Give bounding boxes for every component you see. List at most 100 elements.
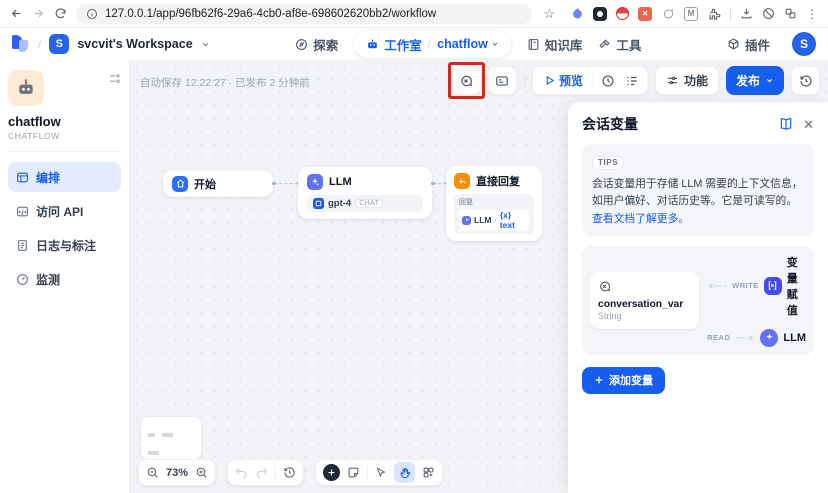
conversation-variables-button[interactable]	[452, 66, 481, 95]
nav-pill-divider: /	[428, 37, 431, 51]
zoom-controls: 73%	[138, 459, 216, 486]
tool-controls	[315, 459, 443, 486]
features-button[interactable]: 功能	[655, 66, 719, 95]
model-mode-badge: CHAT	[355, 199, 383, 208]
workspace-chevron-down-icon[interactable]	[201, 40, 210, 49]
pointer-mode-button[interactable]	[375, 467, 387, 479]
organize-blocks-button[interactable]	[422, 466, 435, 479]
edge-llm-answer	[433, 183, 446, 184]
extension-icon-x[interactable]: ✕	[638, 7, 652, 21]
workspace-name[interactable]: svcvit's Workspace	[77, 37, 192, 51]
history-controls	[227, 459, 304, 486]
adblock-icon[interactable]	[762, 7, 775, 20]
read-target[interactable]: LLM	[783, 332, 806, 344]
checklist-button[interactable]	[620, 69, 644, 93]
variable-type: String	[598, 311, 691, 321]
llm-model-selector[interactable]: gpt-4 CHAT	[307, 195, 423, 212]
version-history-button[interactable]	[791, 66, 820, 95]
extension-icon-chat[interactable]	[661, 7, 675, 21]
variable-assigner-icon	[764, 277, 782, 295]
extension-icons: ✕ M ⋮	[570, 7, 818, 21]
extension-icon-m[interactable]: M	[684, 7, 698, 21]
answer-variable-ref[interactable]: LLM / {x} text	[459, 209, 529, 231]
publish-button[interactable]: 发布	[726, 66, 784, 95]
sidebar-item-orchestrate[interactable]: 编排	[8, 162, 121, 192]
nav-explore[interactable]: 探索	[295, 35, 338, 54]
redo-button[interactable]	[255, 466, 268, 479]
zoom-out-button[interactable]	[146, 466, 159, 479]
workspace-avatar[interactable]: S	[49, 34, 69, 54]
app-icon[interactable]	[8, 70, 44, 106]
site-info-icon[interactable]	[86, 8, 98, 20]
answer-node-icon	[454, 173, 470, 189]
change-history-button[interactable]	[283, 466, 296, 479]
preview-button[interactable]: 预览	[536, 72, 591, 89]
answer-node-title: 直接回复	[476, 173, 520, 189]
address-bar[interactable]: 127.0.0.1/app/96fb62f6-29a6-4cb0-af8e-69…	[76, 4, 532, 24]
variable-card[interactable]: conversation_var String	[590, 272, 699, 329]
monitoring-icon	[16, 273, 29, 286]
run-history-button[interactable]	[596, 69, 620, 93]
nav-studio[interactable]: 工作室	[366, 35, 422, 54]
sidebar-item-monitoring[interactable]: 监测	[8, 264, 121, 294]
zoom-level[interactable]: 73%	[166, 467, 188, 479]
arrow-right-icon	[735, 334, 755, 342]
url-text[interactable]: 127.0.0.1/app/96fb62f6-29a6-4cb0-af8e-69…	[105, 8, 436, 20]
read-row: READ LLM	[707, 329, 806, 347]
plus-icon	[594, 375, 604, 385]
logs-icon	[16, 239, 29, 252]
extension-icon-dark[interactable]	[593, 7, 607, 21]
downloads-icon[interactable]	[740, 7, 753, 20]
docs-link[interactable]: 查看文档了解更多。	[592, 213, 689, 225]
app-switch-icon[interactable]	[108, 72, 121, 85]
app-chevron-down-icon	[491, 40, 499, 48]
nav-knowledge[interactable]: 知识库	[527, 35, 583, 54]
hand-mode-button[interactable]	[394, 462, 415, 483]
sidebar-divider	[8, 151, 121, 152]
start-node-title: 开始	[194, 176, 216, 192]
browser-menu-icon[interactable]: ⋮	[806, 7, 818, 21]
canvas-controls: 73%	[138, 459, 443, 486]
sidebar-item-logs[interactable]: 日志与标注	[8, 230, 121, 260]
close-icon[interactable]: ✕	[803, 118, 814, 131]
extensions-puzzle-icon[interactable]	[707, 7, 721, 21]
add-variable-button[interactable]: 添加变量	[582, 367, 665, 394]
llm-icon	[760, 329, 778, 347]
node-llm[interactable]: LLM gpt-4 CHAT	[298, 167, 432, 219]
app-sidebar: chatflow CHATFLOW 编排 访问 API 日志与标注 监测	[0, 60, 130, 493]
sidebar-item-api[interactable]: 访问 API	[8, 196, 121, 226]
chat-variable-icon	[598, 280, 691, 293]
autosave-status: 自动保存 12:22:27 · 已发布 2 分钟前	[140, 75, 310, 90]
node-start[interactable]: 开始	[163, 170, 273, 197]
minimap-node	[148, 451, 159, 455]
write-target[interactable]: 变量赋值	[787, 254, 806, 318]
bookmark-star-icon[interactable]: ☆	[543, 6, 555, 22]
minimap[interactable]	[140, 416, 202, 460]
ref-llm-icon	[462, 216, 471, 225]
add-note-button[interactable]	[347, 466, 360, 479]
user-avatar[interactable]: S	[792, 32, 816, 56]
docs-book-icon[interactable]	[779, 117, 793, 131]
minimap-node	[148, 433, 155, 437]
nav-studio-pill[interactable]: 工作室 / chatflow	[354, 31, 511, 58]
node-answer[interactable]: 直接回复 回复 LLM / {x} text	[446, 166, 542, 241]
nav-current-app[interactable]: chatflow	[437, 37, 499, 51]
add-node-button[interactable]	[323, 464, 340, 481]
reload-icon[interactable]	[54, 7, 67, 20]
profile-icon[interactable]	[784, 7, 797, 20]
zoom-in-button[interactable]	[195, 466, 208, 479]
orchestrate-icon	[16, 171, 29, 184]
header-left: / S svcvit's Workspace	[12, 34, 210, 54]
back-icon[interactable]	[10, 7, 23, 20]
environment-variables-button[interactable]	[488, 66, 517, 95]
workflow-canvas[interactable]: chatflow CHATFLOW 编排 访问 API 日志与标注 监测 自动保…	[0, 60, 828, 493]
undo-button[interactable]	[235, 466, 248, 479]
nav-tools[interactable]: 工具	[598, 35, 641, 54]
extension-icon-blue[interactable]	[570, 7, 584, 21]
forward-icon[interactable]	[32, 7, 45, 20]
arrow-left-icon	[707, 282, 727, 290]
extension-icon-pokeball[interactable]	[616, 7, 629, 20]
write-label: WRITE	[732, 281, 759, 290]
nav-plugins[interactable]: 插件	[727, 35, 770, 54]
dify-logo[interactable]	[12, 35, 30, 53]
